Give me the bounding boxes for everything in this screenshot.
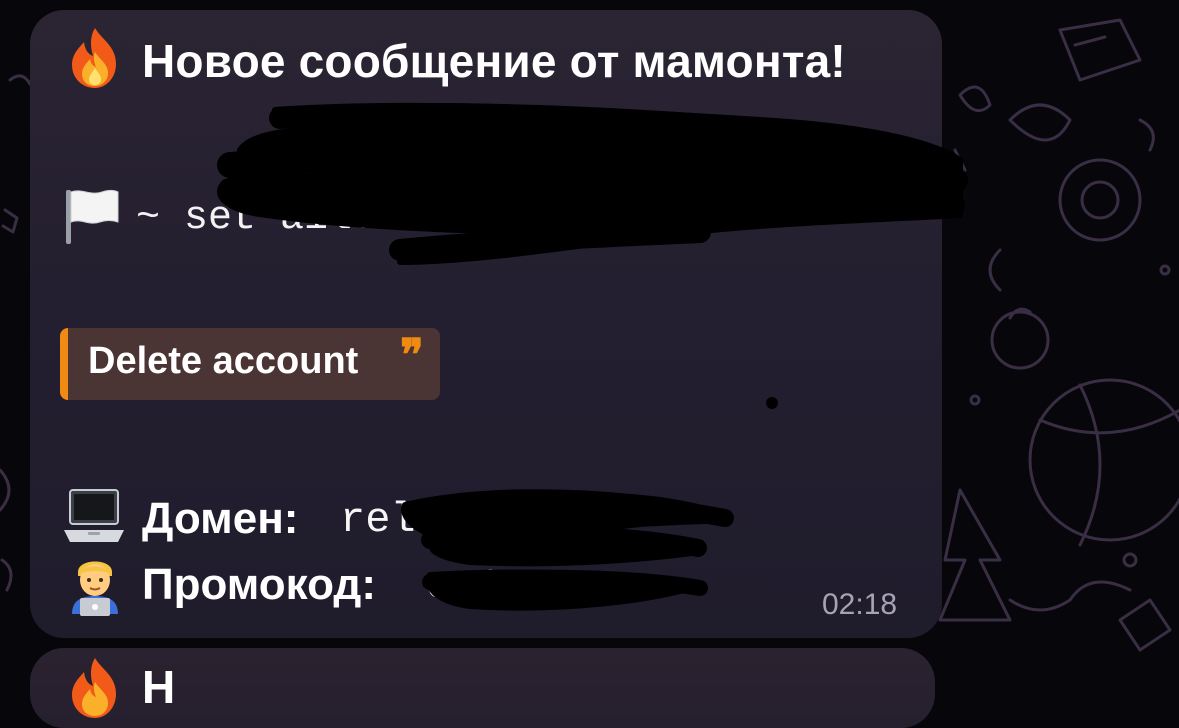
- next-message-title: Н: [142, 661, 176, 713]
- promo-label: Промокод:: [142, 560, 376, 609]
- laptop-emoji-icon: [64, 489, 124, 542]
- dust-dot: [766, 397, 778, 409]
- promo-value: o 15: [426, 562, 527, 610]
- next-message-bubble[interactable]: Н: [30, 648, 935, 728]
- email-text: ~ set ail.com: [136, 196, 449, 241]
- technologist-emoji-icon: [72, 561, 118, 616]
- quote-block[interactable]: Delete account ❞: [60, 328, 440, 400]
- message-title: Новое сообщение от мамонта!: [142, 35, 846, 87]
- message-bubble[interactable]: Новое сообщение от мамонта! ~ set ail.co…: [30, 10, 942, 638]
- fire-emoji-icon: [72, 658, 116, 718]
- domain-label: Домен:: [142, 494, 299, 543]
- domain-value: rel: [340, 496, 416, 544]
- white-flag-emoji-icon: [66, 190, 119, 244]
- fire-emoji-icon: [72, 28, 116, 88]
- message-time: 02:18: [822, 588, 898, 621]
- quote-accent-bar: [60, 328, 68, 400]
- quote-mark-icon: ❞: [400, 330, 424, 381]
- quote-text: Delete account: [88, 340, 359, 382]
